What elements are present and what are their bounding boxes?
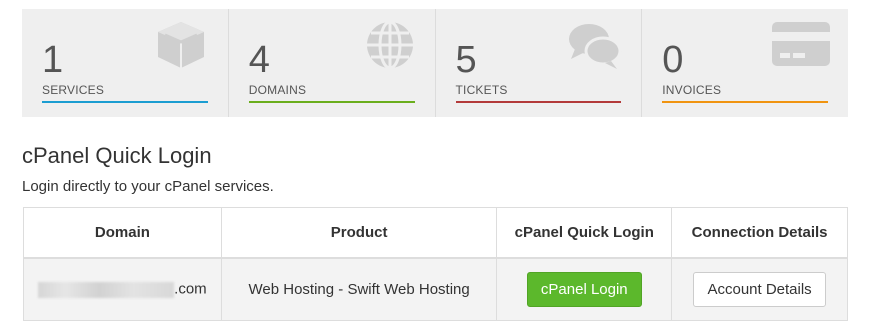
tickets-label: TICKETS bbox=[455, 83, 508, 97]
invoices-count: 0 bbox=[662, 39, 684, 81]
column-header-product[interactable]: Product bbox=[220, 207, 498, 259]
credit-card-icon bbox=[772, 22, 830, 66]
domains-label: DOMAINS bbox=[248, 83, 307, 97]
globe-icon bbox=[366, 20, 413, 70]
stat-tile-domains[interactable]: 4 DOMAINS bbox=[229, 9, 436, 117]
section-title: cPanel Quick Login bbox=[22, 143, 212, 168]
cpanel-login-button[interactable]: cPanel Login bbox=[526, 271, 642, 307]
invoices-label: INVOICES bbox=[662, 83, 722, 97]
table-row: .com Web Hosting - Swift Web Hosting cPa… bbox=[23, 257, 848, 321]
column-header-connection-details[interactable]: Connection Details bbox=[671, 207, 848, 259]
chat-bubbles-icon bbox=[569, 24, 622, 69]
cpanel-login-table: Domain Product cPanel Quick Login Connec… bbox=[23, 207, 848, 321]
quick-login-cell: cPanel Login bbox=[496, 257, 673, 321]
invoices-bar bbox=[662, 101, 828, 103]
section-subtitle: Login directly to your cPanel services. bbox=[22, 178, 274, 195]
stats-panel: 1 SERVICES 4 DOMAINS 5 TICKETS 0 INVOICE… bbox=[22, 9, 848, 117]
domains-count: 4 bbox=[248, 39, 270, 81]
tickets-count: 5 bbox=[455, 39, 477, 81]
cube-icon bbox=[157, 22, 204, 68]
services-count: 1 bbox=[42, 39, 64, 81]
table-header-row: Domain Product cPanel Quick Login Connec… bbox=[23, 207, 848, 259]
tickets-bar bbox=[455, 101, 622, 103]
stat-tile-tickets[interactable]: 5 TICKETS bbox=[436, 9, 643, 117]
stat-tile-invoices[interactable]: 0 INVOICES bbox=[642, 9, 848, 117]
domain-suffix: .com bbox=[174, 281, 207, 299]
domains-bar bbox=[248, 101, 415, 103]
product-cell: Web Hosting - Swift Web Hosting bbox=[220, 257, 498, 321]
column-header-domain[interactable]: Domain bbox=[23, 207, 222, 259]
column-header-quick-login[interactable]: cPanel Quick Login bbox=[496, 207, 673, 259]
domain-cell: .com bbox=[23, 257, 222, 321]
services-label: SERVICES bbox=[42, 83, 105, 97]
redacted-domain bbox=[38, 281, 175, 298]
services-bar bbox=[42, 101, 208, 103]
stat-tile-services[interactable]: 1 SERVICES bbox=[22, 9, 229, 117]
connection-details-cell: Account Details bbox=[671, 257, 848, 321]
account-details-button[interactable]: Account Details bbox=[693, 271, 826, 307]
